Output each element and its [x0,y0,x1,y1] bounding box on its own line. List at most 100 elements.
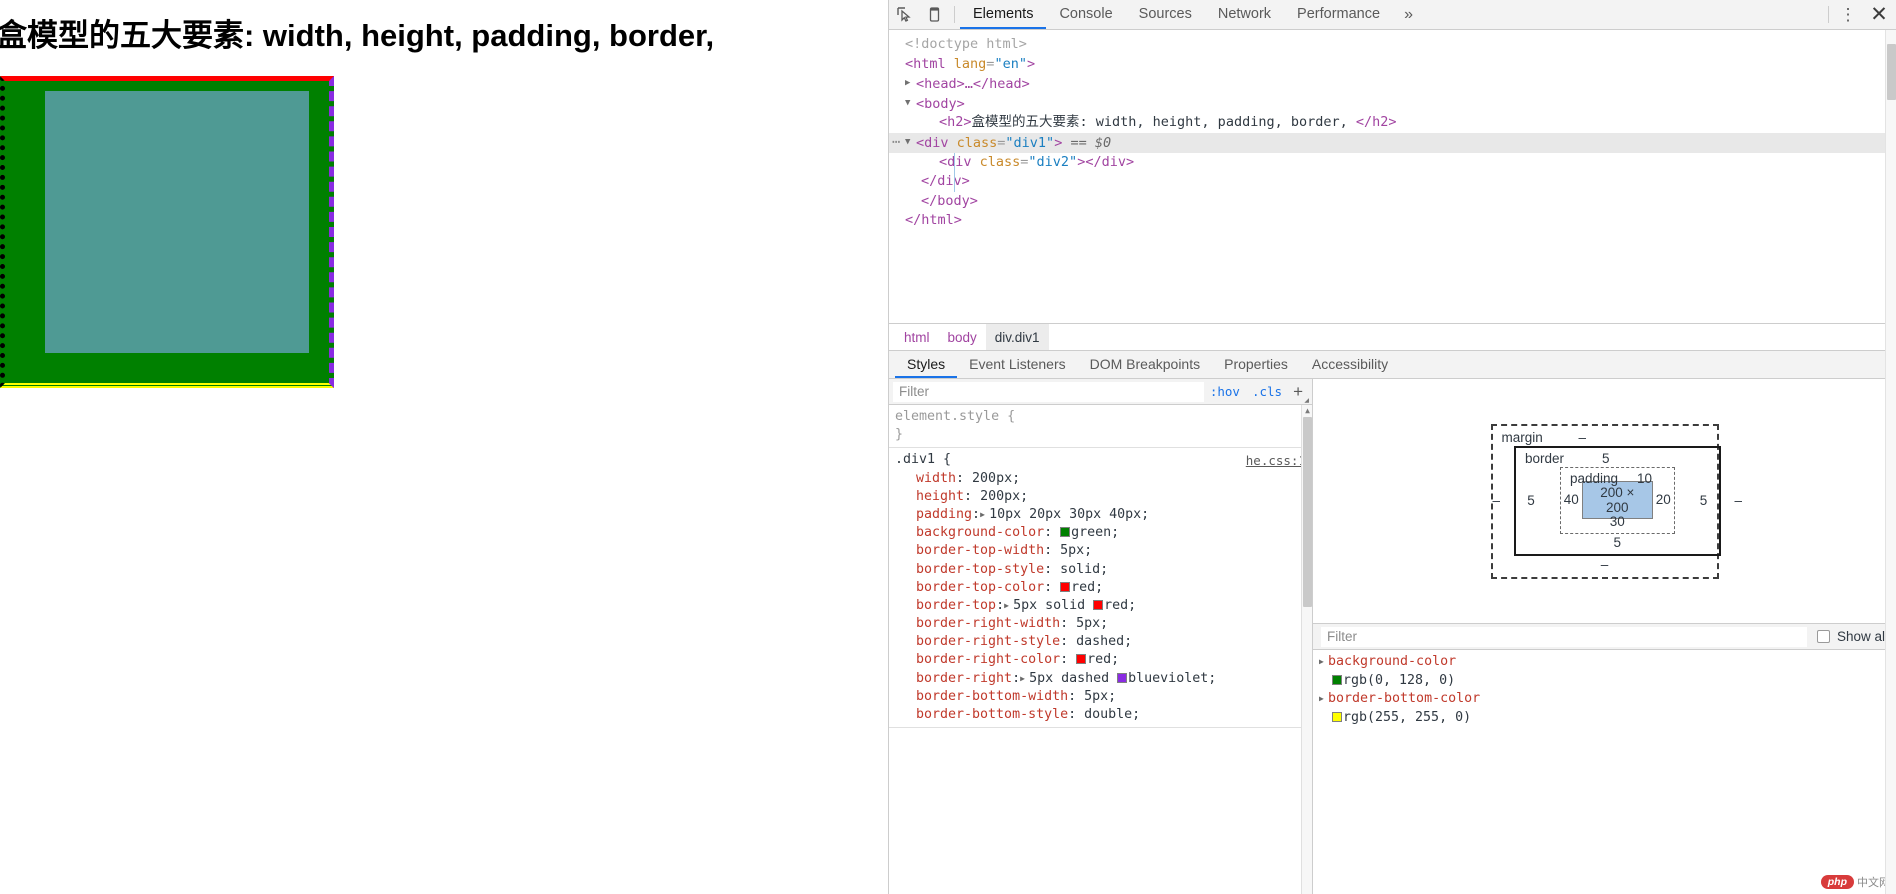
breadcrumb-item-html[interactable]: html [895,324,939,350]
decl-border-bottom-width[interactable]: border-bottom-width: 5px; [889,688,1312,706]
decl-value[interactable]: dashed; [1076,634,1132,649]
tab-console[interactable]: Console [1046,0,1125,29]
color-swatch-icon[interactable] [1117,672,1128,683]
decl-value[interactable]: solid; [1060,562,1108,577]
decl-value[interactable]: 5px solid [1013,598,1093,613]
box-model-demo-outer[interactable] [0,76,334,388]
decl-prop[interactable]: border-bottom-width [916,689,1068,704]
box-model-padding[interactable]: padding 10 40 200 × 200 20 30 [1560,466,1675,534]
styles-scrollbar[interactable]: ▲ [1301,405,1312,894]
dom-line-body[interactable]: ▼ <body> [889,94,1896,114]
box-model-padding-right[interactable]: 20 [1653,492,1674,507]
color-swatch-icon[interactable] [1076,654,1087,665]
decl-border-top-style[interactable]: border-top-style: solid; [889,561,1312,579]
box-model-margin[interactable]: margin – – border 5 5 padding 10 40 200 … [1490,423,1742,579]
decl-border-top[interactable]: border-top:▶ 5px solid red; [889,597,1312,615]
color-swatch-icon[interactable] [1332,674,1342,685]
decl-prop[interactable]: border-top-style [916,562,1044,577]
computed-prop-name[interactable]: border-bottom-color [1328,691,1480,706]
tab-dom-breakpoints[interactable]: DOM Breakpoints [1078,351,1212,378]
close-icon[interactable]: ✕ [1862,0,1896,29]
box-model-padding-left[interactable]: 40 [1561,492,1582,507]
show-all-toggle[interactable]: Show all [1807,629,1888,644]
box-model-padding-top[interactable]: 10 [1637,471,1652,487]
decl-prop[interactable]: border-top [916,598,996,613]
new-style-rule-button[interactable]: + [1288,382,1309,404]
decl-border-top-color[interactable]: border-top-color: red; [889,579,1312,597]
dom-line-div1[interactable]: ⋯ ▼ <div class="div1"> == $0 [889,132,1896,153]
decl-background-color[interactable]: background-color: green; [889,524,1312,542]
breadcrumb-item-div-div1[interactable]: div.div1 [985,324,1049,350]
expand-shorthand-icon[interactable]: ▶ [980,506,989,524]
tab-accessibility[interactable]: Accessibility [1300,351,1400,378]
tab-sources[interactable]: Sources [1126,0,1205,29]
decl-border-right[interactable]: border-right:▶ 5px dashed blueviolet; [889,670,1312,688]
box-model-margin-bottom[interactable]: – [1493,556,1717,573]
chevron-down-icon-div1[interactable]: ▼ [905,133,916,153]
dom-line-head[interactable]: ▶ <head>…</head> [889,74,1896,94]
decl-prop[interactable]: width [916,471,956,486]
decl-value[interactable]: 200px; [972,471,1020,486]
dom-line-body-close[interactable]: </body> [889,192,1896,212]
tab-styles[interactable]: Styles [895,351,958,378]
decl-border-right-color[interactable]: border-right-color: red; [889,651,1312,669]
decl-prop[interactable]: border-right [916,671,1012,686]
computed-prop-name[interactable]: background-color [1328,654,1456,669]
box-model-margin-left[interactable]: – [1493,493,1501,508]
dom-line-h2[interactable]: <h2>盒模型的五大要素: width, height, padding, bo… [889,113,1896,133]
decl-prop[interactable]: height [916,489,964,504]
inspect-cursor-icon[interactable] [889,0,919,29]
decl-prop[interactable]: border-top-width [916,543,1044,558]
expand-shorthand-icon[interactable]: ▶ [1020,670,1029,688]
tab-elements[interactable]: Elements [960,0,1047,29]
kebab-menu-icon[interactable]: ⋮ [1834,0,1862,29]
decl-border-right-style[interactable]: border-right-style: dashed; [889,633,1312,651]
decl-prop[interactable]: border-top-color [916,580,1044,595]
decl-value[interactable]: 10px 20px 30px 40px; [989,507,1149,522]
color-swatch-icon[interactable] [1093,599,1104,610]
styles-filter-input[interactable] [893,381,1204,402]
tab-network[interactable]: Network [1205,0,1284,29]
decl-value[interactable]: 5px dashed [1029,671,1117,686]
color-swatch-icon[interactable] [1060,581,1071,592]
decl-prop[interactable]: background-color [916,525,1044,540]
tab-properties[interactable]: Properties [1212,351,1300,378]
box-model-margin-top[interactable]: – [1579,430,1587,446]
box-model-padding-bottom[interactable]: 30 [1561,513,1674,530]
breadcrumb-item-body[interactable]: body [939,324,986,350]
rule-selector[interactable]: element.style { [889,408,1312,426]
devtools-outer-scrollbar[interactable] [1885,30,1896,894]
chevron-down-icon-body[interactable]: ▼ [905,94,916,114]
hov-toggle-button[interactable]: :hov [1204,384,1246,399]
dom-tree[interactable]: <!doctype html> <html lang="en"> ▶ <head>… [889,30,1896,323]
decl-border-right-width[interactable]: border-right-width: 5px; [889,615,1312,633]
computed-row-border-bottom-color[interactable]: ▶ border-bottom-color [1313,690,1896,709]
decl-value[interactable]: 5px; [1084,689,1116,704]
devtools-outer-scrollbar-thumb[interactable] [1887,44,1896,100]
decl-prop[interactable]: padding [916,507,972,522]
decl-padding[interactable]: padding:▶ 10px 20px 30px 40px; [889,506,1312,524]
computed-row-background-color[interactable]: ▶ background-color [1313,653,1896,672]
ellipsis-badge-icon[interactable]: ⋯ [892,133,901,153]
box-model-border-bottom[interactable]: 5 [1516,534,1719,551]
styles-scrollbar-thumb[interactable] [1303,417,1312,607]
decl-value[interactable]: 5px; [1076,616,1108,631]
box-model-margin-right[interactable]: – [1735,493,1743,508]
decl-value[interactable]: double; [1084,707,1140,722]
chevron-right-icon[interactable]: ▶ [905,74,916,94]
decl-prop[interactable]: border-right-color [916,652,1060,667]
decl-border-top-width[interactable]: border-top-width: 5px; [889,542,1312,560]
device-toggle-icon[interactable] [919,0,949,29]
box-model-border-right[interactable]: 5 [1689,493,1719,508]
expand-icon[interactable]: ▶ [1319,690,1328,709]
decl-prop[interactable]: border-bottom-style [916,707,1068,722]
dom-line-html-close[interactable]: </html> [889,211,1896,231]
computed-filter-input[interactable] [1321,626,1807,647]
decl-value-2[interactable]: blueviolet; [1128,671,1216,686]
rule-element-style[interactable]: element.style { } [889,405,1312,449]
cls-toggle-button[interactable]: .cls [1246,384,1288,399]
rule-source-link[interactable]: he.css:1 [1246,452,1306,470]
decl-prop[interactable]: border-right-width [916,616,1060,631]
styles-rules-list[interactable]: element.style { } he.css:1 .div1 { width… [889,405,1312,894]
decl-value[interactable]: red; [1087,652,1119,667]
